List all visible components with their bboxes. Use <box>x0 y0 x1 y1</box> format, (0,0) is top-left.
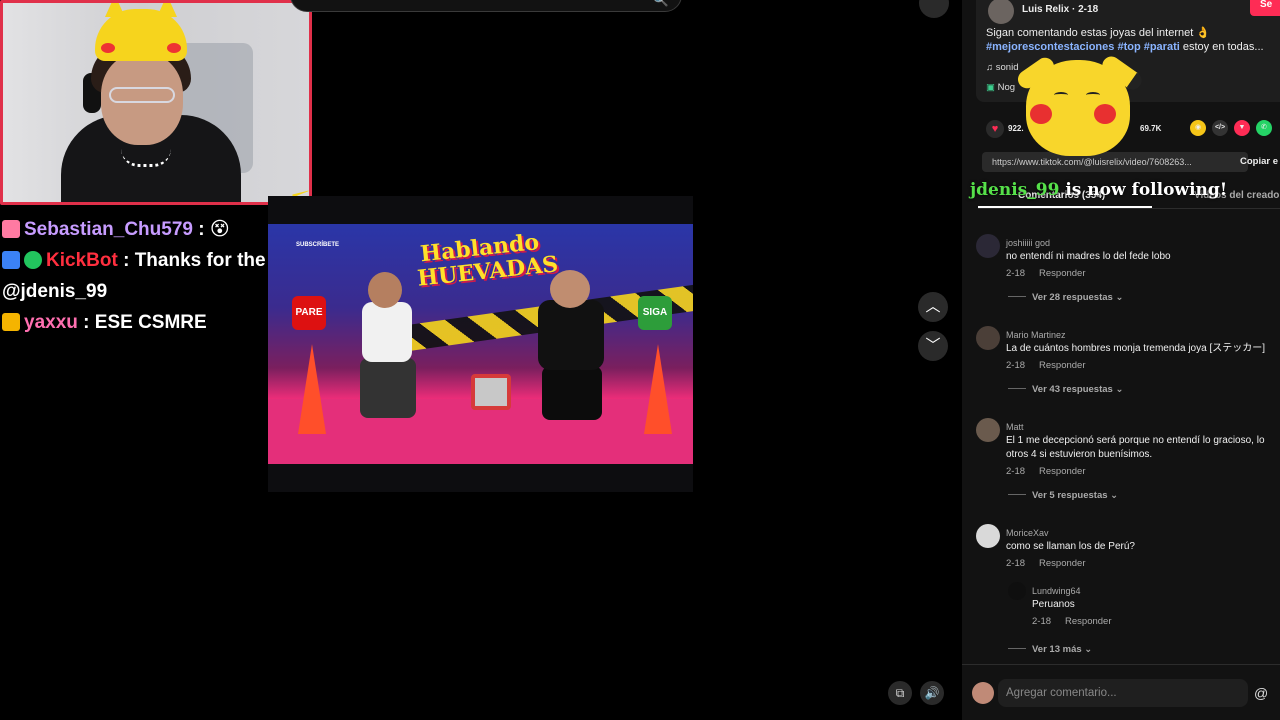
view-replies-label: Ver 43 respuestas <box>1032 384 1113 395</box>
chevron-down-icon: ⌄ <box>1084 644 1093 655</box>
view-replies-button[interactable]: Ver 28 respuestas ⌄ <box>1008 292 1123 303</box>
comment-date: 2-18 <box>1006 558 1026 569</box>
chat-separator: : <box>198 219 205 240</box>
follow-alert: jdenis_99 is now following! <box>970 180 1227 200</box>
go-sign: SIGA <box>638 296 672 330</box>
comment-item: Mario Martinez La de cuántos hombres mon… <box>976 326 1280 418</box>
pip-icon[interactable]: ⧉ <box>888 681 912 705</box>
stop-sign: PARE <box>292 296 326 330</box>
send-icon[interactable]: ▼ <box>1234 120 1250 136</box>
commenter-name[interactable]: joshiiiii god <box>1006 238 1050 248</box>
chat-separator: : <box>123 250 130 271</box>
video-frame[interactable]: SUBSCRÍBETE Hablando HUEVADAS PARE SIGA <box>268 224 693 464</box>
coin-icon[interactable]: ◉ <box>1190 120 1206 136</box>
comment-item: MoriceXav como se llaman los de Perú? 2-… <box>976 524 1280 644</box>
chevron-down-icon: ⌄ <box>1110 490 1119 501</box>
sub-badge-icon <box>2 220 20 238</box>
follow-button[interactable]: Se <box>1250 0 1280 16</box>
volume-icon[interactable]: 🔊 <box>920 681 944 705</box>
comment-text: El 1 me decepcionó será porque no entend… <box>1006 435 1265 446</box>
reply-button[interactable]: Responder <box>1039 268 1085 279</box>
traffic-cone <box>298 344 326 434</box>
pikachu-hat <box>95 3 187 61</box>
comment-text-line-2: otros 4 si estuvieron buenísimos. <box>1006 449 1153 460</box>
like-icon[interactable]: ♥ <box>986 120 1004 138</box>
tag-link[interactable]: ▣ Nog <box>986 82 1015 93</box>
view-replies-button[interactable]: Ver 43 respuestas ⌄ <box>1008 384 1123 395</box>
comment-date: 2-18 <box>1006 360 1026 371</box>
whatsapp-icon[interactable]: ✆ <box>1256 120 1272 136</box>
comment-composer: @ <box>962 664 1280 720</box>
search-bar[interactable]: 🔍 <box>290 0 682 12</box>
chevron-down-icon: ⌄ <box>1115 384 1124 395</box>
commenter-name[interactable]: Matt <box>1006 422 1024 432</box>
mention-icon[interactable]: @ <box>1254 685 1268 701</box>
subscribe-watermark: SUBSCRÍBETE <box>296 242 340 248</box>
follower-name: jdenis_99 <box>970 180 1060 200</box>
host-right <box>530 266 610 420</box>
copy-link-button[interactable]: Copiar e <box>1240 152 1278 172</box>
view-more-label: Ver 13 más <box>1032 644 1082 655</box>
view-replies-label: Ver 28 respuestas <box>1032 292 1113 303</box>
reply-item: Lundwing64 Peruanos 2-18 Responder <box>1008 582 1278 632</box>
reply-button[interactable]: Responder <box>1039 360 1085 371</box>
description-text: Sigan comentando estas joyas del interne… <box>986 27 1211 39</box>
view-more-button[interactable]: Ver 13 más ⌄ <box>1008 644 1092 655</box>
host-left <box>350 266 420 418</box>
author-avatar[interactable] <box>988 0 1014 24</box>
reply-button[interactable]: Responder <box>1039 558 1085 569</box>
comment-text: La de cuántos hombres monja tremenda joy… <box>1006 343 1266 354</box>
comment-date: 2-18 <box>1032 616 1052 627</box>
reply-button[interactable]: Responder <box>1039 466 1085 477</box>
comment-date: 2-18 <box>1006 466 1026 477</box>
chat-username: Sebastian_Chu579 <box>24 219 193 240</box>
previous-video-button[interactable]: ︿ <box>918 292 948 322</box>
chat-separator: : <box>83 312 90 333</box>
verified-badge-icon <box>24 251 42 269</box>
chat-text: @jdenis_99 <box>2 281 108 302</box>
user-avatar <box>972 682 994 704</box>
emote-icon: 😵 <box>209 219 230 240</box>
comment-input[interactable] <box>998 679 1248 707</box>
comment-item: joshiiiii god no entendí ni madres lo de… <box>976 234 1280 326</box>
tag-icon: ▣ <box>986 82 995 93</box>
comment-item: Matt El 1 me decepcionó será porque no e… <box>976 418 1280 524</box>
commenter-avatar[interactable] <box>976 418 1000 442</box>
commenter-avatar[interactable] <box>976 524 1000 548</box>
commenter-avatar[interactable] <box>976 326 1000 350</box>
search-icon[interactable]: 🔍 <box>653 0 669 8</box>
bot-badge-icon <box>2 251 20 269</box>
top-nav-button[interactable] <box>919 0 949 18</box>
comment-text: Peruanos <box>1032 599 1075 610</box>
author-name[interactable]: Luis Relix · 2-18 <box>1022 4 1098 15</box>
retro-tv <box>471 374 511 410</box>
music-icon: ♫ <box>986 62 994 73</box>
follow-alert-text: is now following! <box>1059 180 1228 200</box>
webcam-overlay <box>0 0 312 205</box>
commenter-name[interactable]: Mario Martinez <box>1006 330 1066 340</box>
description-tail: estoy en todas... <box>1179 41 1264 53</box>
chat-text: ESE CSMRE <box>94 312 207 333</box>
pikachu-sticker <box>1012 48 1146 160</box>
crown-badge-icon <box>2 313 20 331</box>
commenter-avatar[interactable] <box>976 234 1000 258</box>
chat-username: KickBot <box>46 250 118 271</box>
commenter-name[interactable]: Lundwing64 <box>1032 586 1081 596</box>
view-replies-label: Ver 5 respuestas <box>1032 490 1108 501</box>
commenter-name[interactable]: MoriceXav <box>1006 528 1049 538</box>
reply-button[interactable]: Responder <box>1065 616 1111 627</box>
chat-username: yaxxu <box>24 312 78 333</box>
traffic-cone <box>644 344 672 434</box>
save-count: 69.7K <box>1140 124 1162 133</box>
view-replies-button[interactable]: Ver 5 respuestas ⌄ <box>1008 490 1118 501</box>
chevron-down-icon: ⌄ <box>1115 292 1124 303</box>
next-video-button[interactable]: ﹀ <box>918 331 948 361</box>
comment-date: 2-18 <box>1006 268 1026 279</box>
commenter-avatar[interactable] <box>1008 582 1026 600</box>
comment-text: no entendí ni madres lo del fede lobo <box>1006 251 1171 262</box>
embed-icon[interactable]: </> <box>1212 120 1228 136</box>
comment-text: como se llaman los de Perú? <box>1006 541 1135 552</box>
